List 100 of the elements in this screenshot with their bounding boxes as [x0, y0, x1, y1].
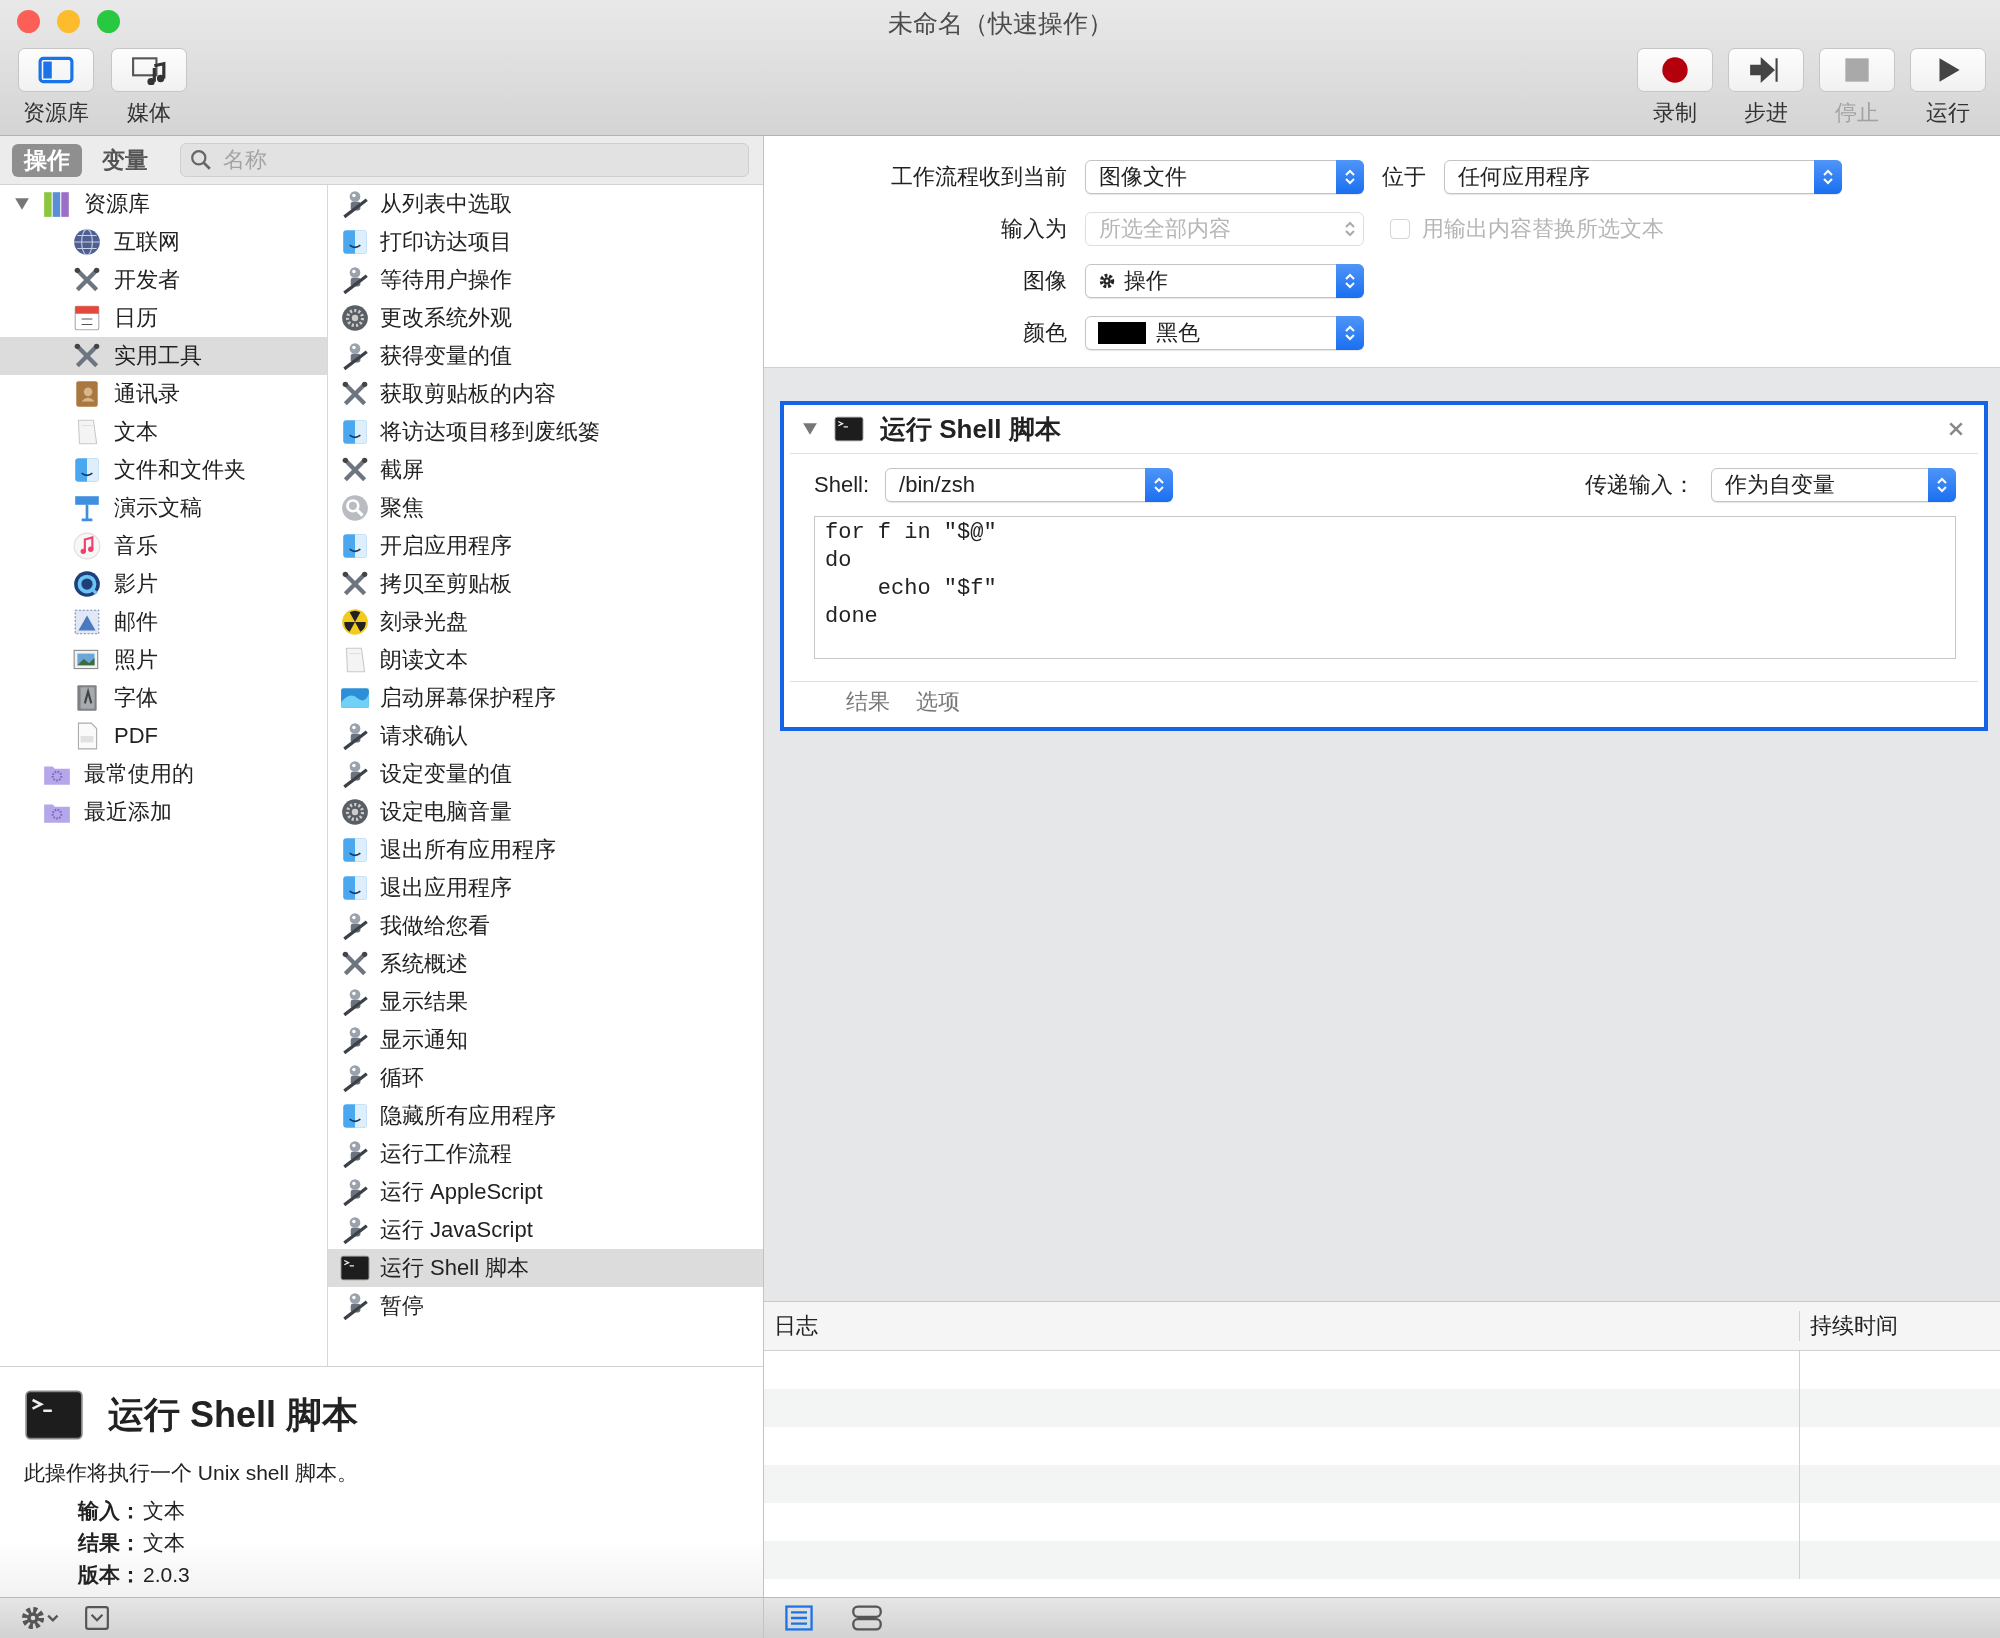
- code-line: done: [825, 603, 879, 631]
- library-item[interactable]: 邮件: [0, 603, 327, 641]
- popup-button[interactable]: 作为自变量: [1711, 468, 1956, 502]
- script-editor[interactable]: for f in "$@" do echo "$f" done: [814, 516, 1956, 659]
- rows-view-icon[interactable]: [851, 1604, 883, 1632]
- action-item[interactable]: 隐藏所有应用程序: [328, 1097, 763, 1135]
- field-label: 位于: [1382, 163, 1426, 191]
- code-line: echo "$f": [876, 575, 998, 603]
- action-item[interactable]: 显示通知: [328, 1021, 763, 1059]
- action-item[interactable]: 运行 Shell 脚本: [328, 1249, 763, 1287]
- column-header[interactable]: 持续时间: [1800, 1311, 1898, 1341]
- action-item[interactable]: 系统概述: [328, 945, 763, 983]
- action-item[interactable]: 开启应用程序: [328, 527, 763, 565]
- action-item[interactable]: 更改系统外观: [328, 299, 763, 337]
- field-value: 2.0.3: [143, 1563, 190, 1587]
- code-line: for f in "$@": [825, 519, 998, 547]
- library-item[interactable]: PDF: [0, 717, 327, 755]
- disclosure-triangle-icon[interactable]: [802, 421, 818, 437]
- popup-button[interactable]: 图像文件: [1085, 160, 1364, 194]
- stepper-icon: [1814, 160, 1842, 194]
- library-item[interactable]: 演示文稿: [0, 489, 327, 527]
- action-item[interactable]: 运行 AppleScript: [328, 1173, 763, 1211]
- library-item[interactable]: 资源库: [0, 185, 327, 223]
- field-label: Shell:: [814, 472, 870, 498]
- zoom-button[interactable]: [97, 10, 120, 33]
- library-item[interactable]: 日历: [0, 299, 327, 337]
- books-icon: [42, 189, 72, 219]
- action-item[interactable]: 我做给您看: [328, 907, 763, 945]
- action-item[interactable]: 请求确认: [328, 717, 763, 755]
- field-label: 输入：: [78, 1498, 141, 1524]
- field-label: 传递输入：: [1585, 471, 1695, 499]
- library-item[interactable]: 音乐: [0, 527, 327, 565]
- popup-button[interactable]: 黑色: [1085, 316, 1364, 350]
- library-item[interactable]: 文件和文件夹: [0, 451, 327, 489]
- action-item[interactable]: 聚焦: [328, 489, 763, 527]
- action-item[interactable]: 退出应用程序: [328, 869, 763, 907]
- window-title: 未命名（快速操作）: [887, 8, 1113, 39]
- card-tab[interactable]: 选项: [916, 687, 960, 717]
- action-item[interactable]: 朗读文本: [328, 641, 763, 679]
- terminal-icon: [340, 1253, 370, 1283]
- action-item[interactable]: 刻录光盘: [328, 603, 763, 641]
- action-item[interactable]: 拷贝至剪贴板: [328, 565, 763, 603]
- stepper-icon: [1336, 160, 1364, 194]
- globe-icon: [72, 227, 102, 257]
- library-item[interactable]: 照片: [0, 641, 327, 679]
- action-item[interactable]: 截屏: [328, 451, 763, 489]
- calendar-icon: [72, 303, 102, 333]
- library-item[interactable]: 最近添加: [0, 793, 327, 831]
- action-item[interactable]: 打印访达项目: [328, 223, 763, 261]
- popup-button[interactable]: 操作: [1085, 264, 1364, 298]
- action-item[interactable]: 将访达项目移到废纸篓: [328, 413, 763, 451]
- action-item[interactable]: 循环: [328, 1059, 763, 1097]
- action-title: 运行 Shell 脚本: [880, 412, 1062, 446]
- action-item[interactable]: 启动屏幕保护程序: [328, 679, 763, 717]
- library-item[interactable]: 文本: [0, 413, 327, 451]
- library-item[interactable]: 开发者: [0, 261, 327, 299]
- action-item[interactable]: 设定电脑音量: [328, 793, 763, 831]
- finder-face-icon: [72, 455, 102, 485]
- library-item[interactable]: 最常使用的: [0, 755, 327, 793]
- finder-face-icon: [340, 873, 370, 903]
- description-text: 此操作将执行一个 Unix shell 脚本。: [24, 1460, 359, 1486]
- search-field[interactable]: 名称: [180, 143, 749, 177]
- close-icon[interactable]: [1948, 421, 1964, 437]
- media-icon: [131, 55, 167, 85]
- collapse-icon[interactable]: [84, 1605, 110, 1631]
- finder-face-icon: [340, 835, 370, 865]
- action-item[interactable]: 暂停: [328, 1287, 763, 1325]
- library-item[interactable]: 通讯录: [0, 375, 327, 413]
- action-item[interactable]: 获取剪贴板的内容: [328, 375, 763, 413]
- library-item[interactable]: 实用工具: [0, 337, 327, 375]
- library-tab[interactable]: 变量: [90, 143, 160, 177]
- code-line: do: [825, 547, 853, 575]
- action-item[interactable]: 获得变量的值: [328, 337, 763, 375]
- card-tab[interactable]: 结果: [846, 687, 890, 717]
- library-icon: [38, 55, 74, 85]
- stepper-icon: [1145, 468, 1174, 502]
- action-item[interactable]: 从列表中选取: [328, 185, 763, 223]
- stepper-icon: [1336, 316, 1364, 350]
- disclosure-triangle-icon[interactable]: [14, 196, 30, 212]
- list-view-icon[interactable]: [783, 1604, 815, 1632]
- action-item[interactable]: 运行工作流程: [328, 1135, 763, 1173]
- library-item[interactable]: 字体: [0, 679, 327, 717]
- field-label: 图像: [1022, 267, 1068, 295]
- action-item[interactable]: 退出所有应用程序: [328, 831, 763, 869]
- library-item[interactable]: 影片: [0, 565, 327, 603]
- gear-icon: [1098, 272, 1116, 290]
- field-label: 输入为: [1000, 215, 1068, 243]
- popup-button[interactable]: 任何应用程序: [1444, 160, 1842, 194]
- search-icon: [190, 149, 212, 171]
- field-label: 颜色: [1022, 319, 1068, 347]
- column-header[interactable]: 日志: [764, 1311, 1800, 1341]
- action-item[interactable]: 运行 JavaScript: [328, 1211, 763, 1249]
- action-item[interactable]: 设定变量的值: [328, 755, 763, 793]
- library-item[interactable]: 互联网: [0, 223, 327, 261]
- close-button[interactable]: [17, 10, 40, 33]
- popup-button[interactable]: /bin/zsh: [885, 468, 1174, 502]
- finder-face-icon: [340, 1101, 370, 1131]
- action-item[interactable]: 显示结果: [328, 983, 763, 1021]
- action-item[interactable]: 等待用户操作: [328, 261, 763, 299]
- field-label: 工作流程收到当前: [890, 163, 1068, 191]
